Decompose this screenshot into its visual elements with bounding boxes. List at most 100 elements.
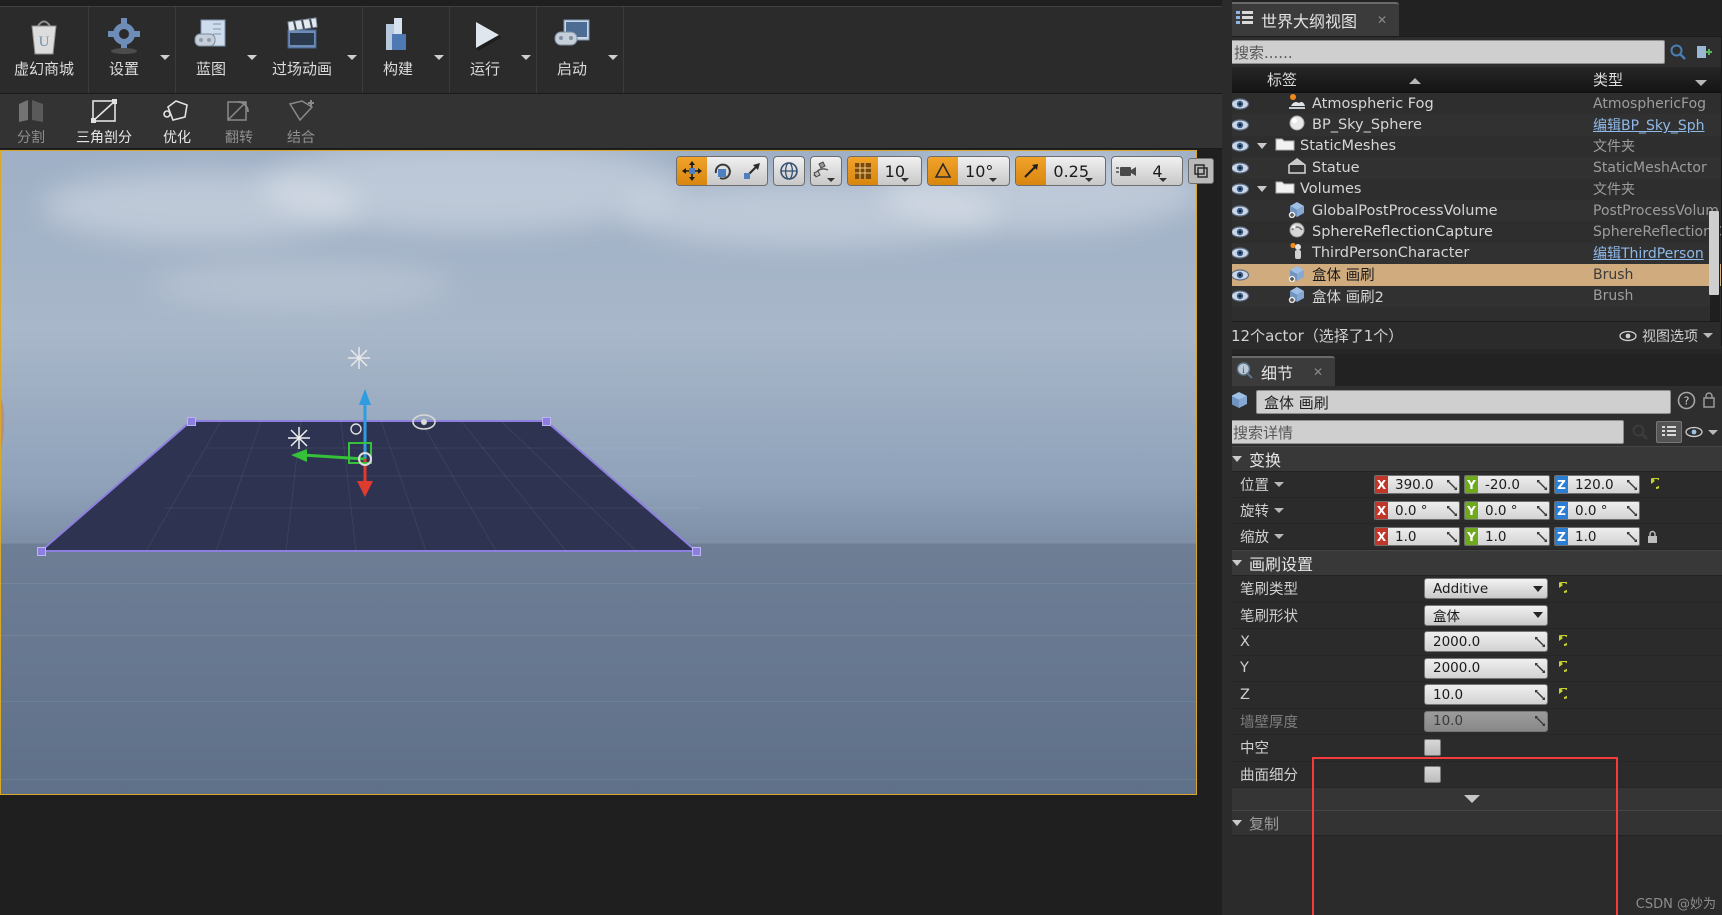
details-search-input[interactable]: 搜索详情 xyxy=(1226,420,1624,444)
brush-Z-input[interactable]: 10.0 xyxy=(1424,684,1548,706)
outliner-search-input[interactable]: 搜索...... xyxy=(1227,40,1665,64)
level-viewport[interactable] xyxy=(0,150,1197,795)
geo-button-split[interactable]: 分割 xyxy=(0,94,62,147)
transform-y-field[interactable]: Y 0.0 ° xyxy=(1464,501,1550,520)
toolbar-button-settings-gear[interactable]: 设置 xyxy=(91,7,157,93)
brush-Y-input[interactable]: 2000.0 xyxy=(1424,657,1548,679)
geo-button-merge[interactable]: 结合 xyxy=(270,94,332,147)
camera-speed-value[interactable]: 4 xyxy=(1142,157,1182,185)
outliner-row[interactable]: Atmospheric Fog AtmosphericFog xyxy=(1223,93,1721,114)
outliner-view-options-button[interactable]: 视图选项 xyxy=(1619,326,1713,346)
tab-details[interactable]: i 细节 ✕ xyxy=(1224,356,1336,386)
search-icon[interactable] xyxy=(1665,40,1691,64)
brush-笔刷形状-dropdown[interactable]: 盒体 xyxy=(1424,604,1548,626)
angle-snap-icon[interactable] xyxy=(928,157,959,185)
scale-snap-value[interactable]: 0.25 xyxy=(1046,157,1105,185)
toolbar-button-play[interactable]: 运行 xyxy=(452,7,518,93)
outliner-row[interactable]: ThirdPersonCharacter 编辑ThirdPerson xyxy=(1223,242,1721,265)
geo-button-triangulate[interactable]: 三角剖分 xyxy=(62,94,146,147)
geo-button-optimize[interactable]: 优化 xyxy=(146,94,208,147)
transform-z-field[interactable]: Z 0.0 ° xyxy=(1554,501,1640,520)
outliner-row[interactable]: SphereReflectionCapture SphereReflection… xyxy=(1223,221,1721,242)
brush-曲面细分-checkbox[interactable] xyxy=(1424,765,1441,783)
outliner-column-label[interactable]: 标签 xyxy=(1257,69,1583,90)
transform-x-field[interactable]: X 1.0 xyxy=(1374,527,1460,546)
outliner-scroll-thumb[interactable] xyxy=(1709,211,1719,295)
grid-snap-icon[interactable] xyxy=(847,157,878,185)
outliner-row[interactable]: 盒体 画刷 Brush xyxy=(1223,264,1721,286)
search-icon[interactable] xyxy=(1627,420,1653,444)
add-filter-icon[interactable] xyxy=(1691,40,1717,64)
brush-handle[interactable] xyxy=(37,547,46,556)
brush-handle[interactable] xyxy=(542,417,551,426)
reset-to-default-button[interactable] xyxy=(1552,687,1568,702)
translate-gizmo-icon[interactable] xyxy=(676,157,707,185)
grid-view-icon[interactable] xyxy=(1656,421,1682,443)
outliner-row[interactable]: BP_Sky_Sphere 编辑BP_Sky_Sph xyxy=(1223,114,1721,136)
drag-handle-icon[interactable] xyxy=(1533,685,1547,704)
toolbar-dropdown-arrow[interactable] xyxy=(244,7,260,93)
outliner-row[interactable]: Volumes 文件夹 xyxy=(1223,179,1721,200)
toolbar-dropdown-arrow[interactable] xyxy=(518,7,534,93)
outliner-row-list[interactable]: Atmospheric Fog AtmosphericFog BP_Sky_Sp… xyxy=(1223,93,1721,321)
drag-handle-icon[interactable] xyxy=(1445,502,1459,519)
actor-name-input[interactable]: 盒体 画刷 xyxy=(1256,390,1671,414)
category-replication[interactable]: 复制 xyxy=(1222,810,1722,836)
outliner-row[interactable]: Statue StaticMeshActor xyxy=(1223,157,1721,179)
lock-icon[interactable] xyxy=(1644,530,1660,544)
reset-to-default-button[interactable] xyxy=(1552,634,1568,649)
brush-X-input[interactable]: 2000.0 xyxy=(1424,631,1548,653)
drag-handle-icon[interactable] xyxy=(1445,476,1459,493)
reset-to-default-button[interactable] xyxy=(1644,477,1660,492)
outliner-row[interactable]: 盒体 画刷2 Brush xyxy=(1223,285,1721,307)
drag-handle-icon[interactable] xyxy=(1535,476,1549,493)
transform-x-field[interactable]: X 390.0 xyxy=(1374,475,1460,494)
toolbar-button-cinematics-clapboard[interactable]: 过场动画 xyxy=(260,7,344,93)
chevron-down-icon[interactable] xyxy=(1274,482,1284,487)
brush-handle[interactable] xyxy=(692,547,701,556)
brush-handle[interactable] xyxy=(187,417,196,426)
grid-snap-value[interactable]: 10 xyxy=(878,157,921,185)
drag-handle-icon[interactable] xyxy=(1445,528,1459,545)
drag-handle-icon[interactable] xyxy=(1535,502,1549,519)
toolbar-button-marketplace[interactable]: U 虚幻商城 xyxy=(2,7,86,93)
outliner-row-type[interactable]: 编辑BP_Sky_Sph xyxy=(1593,115,1721,135)
camera-speed-icon[interactable] xyxy=(1112,157,1142,185)
chevron-down-icon[interactable] xyxy=(1274,534,1284,539)
outliner-row-type[interactable]: 编辑ThirdPerson xyxy=(1593,243,1721,263)
surface-snap-icon[interactable] xyxy=(811,157,841,185)
outliner-row[interactable]: StaticMeshes 文件夹 xyxy=(1223,136,1721,157)
scale-snap-icon[interactable] xyxy=(1016,157,1047,185)
help-question-icon[interactable]: ? xyxy=(1677,391,1696,414)
details-display-options-button[interactable] xyxy=(1685,426,1718,438)
toolbar-dropdown-arrow[interactable] xyxy=(431,7,447,93)
reset-to-default-button[interactable] xyxy=(1552,581,1568,596)
reset-to-default-button[interactable] xyxy=(1552,661,1568,675)
drag-handle-icon[interactable] xyxy=(1533,659,1547,678)
expand-triangle-icon[interactable] xyxy=(1257,186,1267,193)
outliner-row[interactable]: GlobalPostProcessVolume PostProcessVolum xyxy=(1223,199,1721,222)
category-transform[interactable]: 变换 xyxy=(1222,446,1722,472)
maximize-viewport-icon[interactable] xyxy=(1188,158,1214,184)
transform-y-field[interactable]: Y -20.0 xyxy=(1464,475,1550,494)
rotate-gizmo-icon[interactable] xyxy=(707,157,737,185)
toolbar-dropdown-arrow[interactable] xyxy=(605,7,621,93)
toolbar-button-blueprint[interactable]: 蓝图 xyxy=(178,7,244,93)
outliner-column-type[interactable]: 类型 xyxy=(1583,69,1721,90)
toolbar-button-launch[interactable]: 启动 xyxy=(539,7,605,93)
collapse-section-button[interactable] xyxy=(1222,788,1722,810)
tab-world-outliner[interactable]: 世界大纲视图 ✕ xyxy=(1224,2,1400,36)
angle-snap-value[interactable]: 10° xyxy=(958,157,1009,185)
brush-笔刷类型-dropdown[interactable]: Additive xyxy=(1424,578,1548,600)
brush-中空-checkbox[interactable] xyxy=(1424,739,1441,757)
close-icon[interactable]: ✕ xyxy=(1377,13,1387,27)
toolbar-button-build[interactable]: 构建 xyxy=(365,7,431,93)
transform-x-field[interactable]: X 0.0 ° xyxy=(1374,501,1460,520)
geo-button-flip[interactable]: 翻转 xyxy=(208,94,270,147)
expand-triangle-icon[interactable] xyxy=(1257,143,1267,150)
drag-handle-icon[interactable] xyxy=(1625,528,1639,545)
drag-handle-icon[interactable] xyxy=(1625,502,1639,519)
close-icon[interactable]: ✕ xyxy=(1313,365,1323,379)
drag-handle-icon[interactable] xyxy=(1625,476,1639,493)
scale-gizmo-icon[interactable] xyxy=(737,157,767,185)
